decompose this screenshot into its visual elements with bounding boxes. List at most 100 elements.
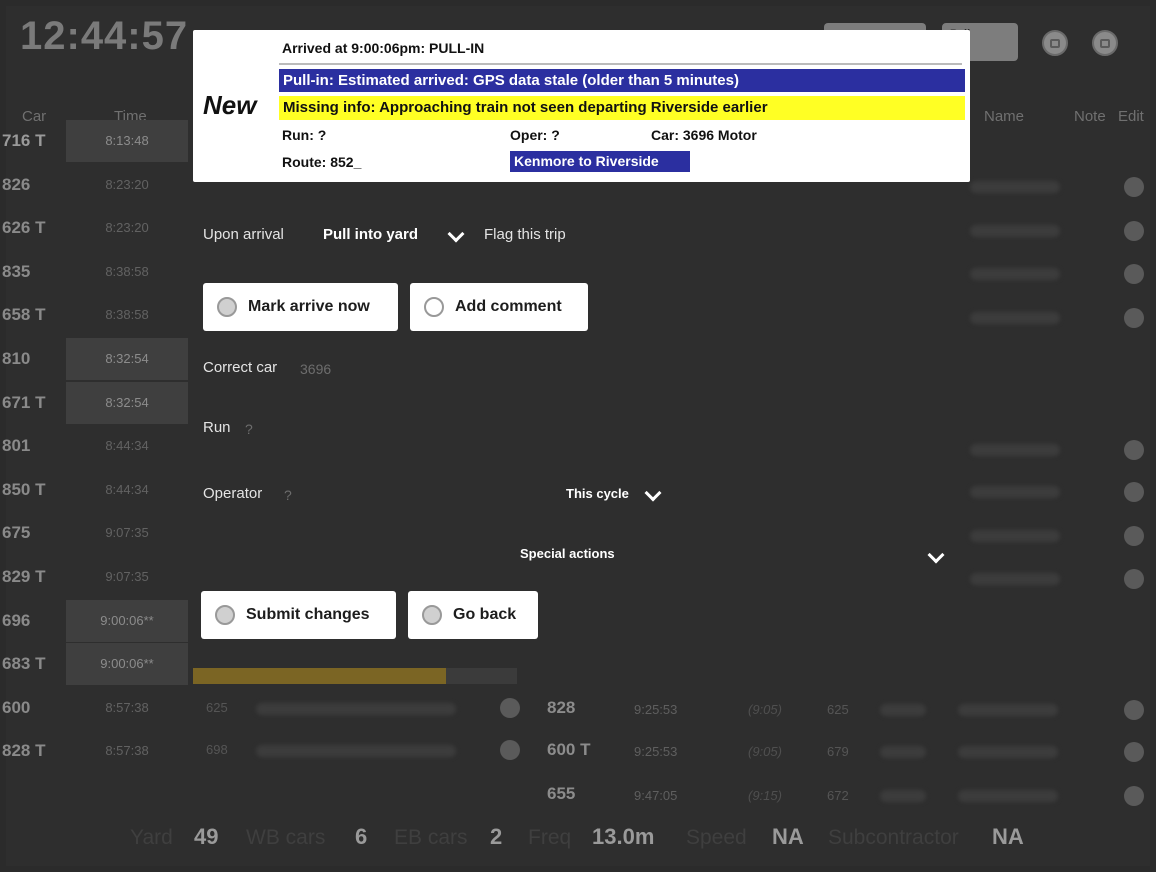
location-icon — [217, 297, 237, 317]
arrival-time[interactable]: 9:47:05 — [634, 788, 677, 803]
arrival-time[interactable]: 9:25:53 — [634, 744, 677, 759]
run-input[interactable]: ? — [245, 421, 253, 437]
car-number[interactable]: 828 T — [2, 741, 64, 761]
blurred-name — [970, 530, 1060, 542]
car-number[interactable]: 826 — [2, 175, 64, 195]
car-number[interactable]: 810 — [2, 349, 64, 369]
car-number[interactable]: 835 — [2, 262, 64, 282]
footer-label: WB cars — [246, 826, 326, 849]
pencil-icon[interactable] — [1124, 482, 1144, 502]
correct-car-input[interactable]: 3696 — [300, 361, 331, 377]
correct-car-label: Correct car — [203, 359, 278, 376]
footer-value: 2 — [490, 824, 503, 849]
arrival-time[interactable]: 8:44:34 — [66, 469, 188, 511]
lock-icon[interactable] — [1092, 30, 1118, 56]
pencil-icon[interactable] — [1124, 786, 1144, 806]
progress-bar — [193, 668, 517, 684]
pencil-icon[interactable] — [1124, 221, 1144, 241]
footer-value: NA — [772, 824, 804, 849]
arrival-time[interactable]: 9:07:35 — [66, 512, 188, 554]
car-number[interactable]: 828 — [547, 698, 575, 718]
calendar-icon[interactable] — [1042, 30, 1068, 56]
alert-route: Route: 852_ — [282, 154, 362, 170]
check-icon — [215, 605, 235, 625]
arrival-time[interactable]: 8:32:54 — [66, 338, 188, 380]
cycle-select[interactable]: This cycle — [566, 486, 629, 501]
arrival-time[interactable]: 9:07:35 — [66, 556, 188, 598]
arrival-time[interactable]: 8:38:58 — [66, 294, 188, 336]
arrival-time[interactable]: 9:00:06** — [66, 600, 188, 642]
blurred-name — [256, 703, 456, 715]
blurred-name — [970, 312, 1060, 324]
footer-label: Yard — [130, 826, 173, 849]
blurred-name — [958, 746, 1058, 758]
arrival-time[interactable]: 9:25:53 — [634, 702, 677, 717]
alert-run: Run: ? — [282, 127, 327, 143]
upon-arrival-select[interactable]: Pull into yard — [323, 226, 418, 243]
arrival-time[interactable]: 8:44:34 — [66, 425, 188, 467]
alert-blue-message: Pull-in: Estimated arrived: GPS data sta… — [279, 69, 965, 92]
blurred-name — [958, 790, 1058, 802]
car-number[interactable]: 801 — [2, 436, 64, 456]
row-number: 672 — [827, 788, 849, 803]
arrival-time[interactable]: 8:38:58 — [66, 251, 188, 293]
clock: 12:44:57 — [20, 14, 189, 58]
pencil-icon[interactable] — [1124, 308, 1144, 328]
pencil-icon[interactable] — [1124, 700, 1144, 720]
blurred-name — [880, 790, 926, 802]
alert-title: Arrived at 9:00:06pm: PULL-IN — [282, 40, 485, 56]
arrival-time[interactable]: 8:57:38 — [66, 730, 188, 772]
add-comment-label: Add comment — [455, 298, 562, 315]
header-car: Car — [22, 108, 47, 125]
pencil-icon[interactable] — [1124, 440, 1144, 460]
pencil-icon[interactable] — [1124, 177, 1144, 197]
arrival-time[interactable]: 8:57:38 — [66, 687, 188, 729]
car-number[interactable]: 626 T — [2, 218, 64, 238]
car-number[interactable]: 600 — [2, 698, 64, 718]
operator-input[interactable]: ? — [284, 487, 292, 503]
car-number[interactable]: 658 T — [2, 305, 64, 325]
footer-value: NA — [992, 824, 1024, 849]
add-comment-button[interactable]: Add comment — [410, 283, 588, 331]
arrival-time[interactable]: 8:23:20 — [66, 164, 188, 206]
divider — [279, 63, 962, 65]
car-number[interactable]: 671 T — [2, 393, 64, 413]
car-number[interactable]: 829 T — [2, 567, 64, 587]
car-number[interactable]: 600 T — [547, 740, 590, 760]
pencil-icon[interactable] — [1124, 569, 1144, 589]
arrival-time[interactable]: 8:13:48 — [66, 120, 188, 162]
mark-arrive-button[interactable]: Mark arrive now — [203, 283, 398, 331]
go-back-button[interactable]: Go back — [408, 591, 538, 639]
car-number[interactable]: 655 — [547, 784, 575, 804]
alert-route-name: Kenmore to Riverside — [510, 151, 690, 172]
car-number[interactable]: 683 T — [2, 654, 64, 674]
alert-notification[interactable]: New Arrived at 9:00:06pm: PULL-IN Pull-i… — [193, 30, 970, 182]
alert-yellow-message: Missing info: Approaching train not seen… — [279, 96, 965, 120]
car-number[interactable]: 850 T — [2, 480, 64, 500]
blurred-name — [970, 225, 1060, 237]
blurred-name — [970, 181, 1060, 193]
comment-icon — [424, 297, 444, 317]
car-number[interactable]: 716 T — [2, 131, 64, 151]
car-number[interactable]: 675 — [2, 523, 64, 543]
scheduled-time: (9:05) — [748, 744, 782, 759]
header-edit: Edit — [1118, 108, 1144, 125]
upon-arrival-label: Upon arrival — [203, 226, 284, 243]
pencil-icon[interactable] — [1124, 264, 1144, 284]
blurred-name — [958, 704, 1058, 716]
header-note: Note — [1074, 108, 1106, 125]
pencil-icon[interactable] — [500, 740, 520, 760]
scheduled-time: (9:05) — [748, 702, 782, 717]
car-number[interactable]: 696 — [2, 611, 64, 631]
pencil-icon[interactable] — [1124, 742, 1144, 762]
flag-trip-link[interactable]: Flag this trip — [484, 226, 566, 243]
pencil-icon[interactable] — [500, 698, 520, 718]
footer-label: Subcontractor — [828, 826, 959, 849]
arrival-time[interactable]: 8:32:54 — [66, 382, 188, 424]
arrival-time[interactable]: 8:23:20 — [66, 207, 188, 249]
arrival-time[interactable]: 9:00:06** — [66, 643, 188, 685]
pencil-icon[interactable] — [1124, 526, 1144, 546]
submit-changes-button[interactable]: Submit changes — [201, 591, 396, 639]
alert-car: Car: 3696 Motor — [651, 127, 757, 143]
special-actions-select[interactable]: Special actions — [520, 546, 615, 561]
